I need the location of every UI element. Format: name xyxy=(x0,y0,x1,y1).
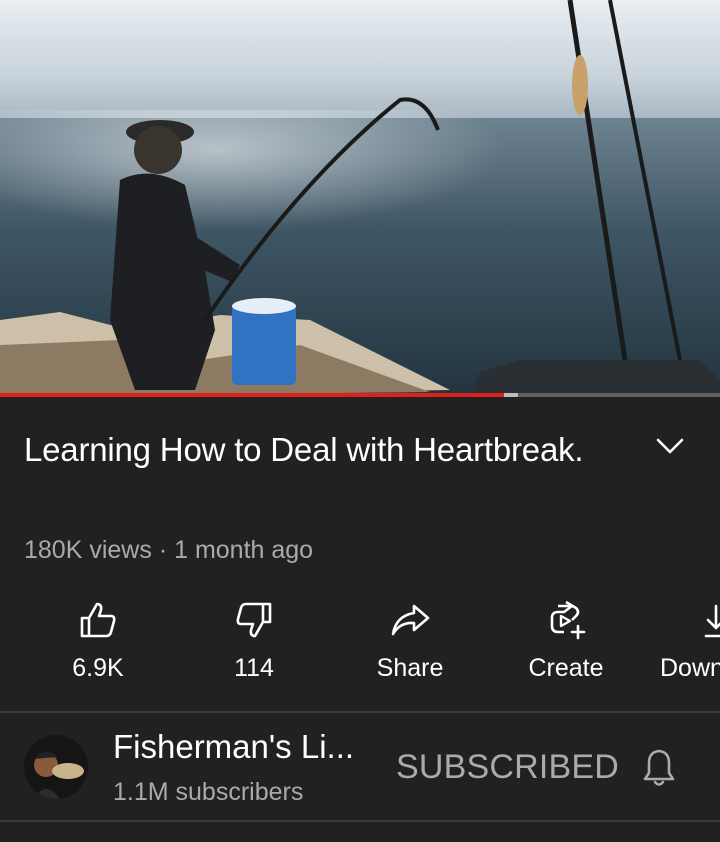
meta-separator: · xyxy=(158,536,168,564)
create-icon xyxy=(550,600,586,640)
upload-age: 1 month ago xyxy=(174,536,314,564)
thumbs-up-icon xyxy=(80,602,116,638)
divider-bottom xyxy=(0,820,720,822)
notification-bell-button[interactable] xyxy=(638,746,680,788)
channel-avatar[interactable] xyxy=(24,735,88,799)
video-player[interactable] xyxy=(0,0,720,397)
action-bar: 6.9K 114 Share Create Down xyxy=(0,592,720,702)
subscribed-button[interactable]: SUBSCRIBED xyxy=(396,748,619,787)
download-label: Down xyxy=(660,654,720,682)
progress-played xyxy=(0,393,504,397)
create-label: Create xyxy=(528,654,604,682)
subscriber-count: 1.1M subscribers xyxy=(113,778,304,806)
video-title[interactable]: Learning How to Deal with Heartbreak. xyxy=(24,424,584,476)
expand-description-button[interactable] xyxy=(652,428,688,464)
channel-name[interactable]: Fisherman's Li... xyxy=(113,728,381,766)
bell-icon xyxy=(643,749,675,786)
like-count: 6.9K xyxy=(72,654,124,682)
progress-bar[interactable] xyxy=(0,393,720,397)
download-button[interactable]: Down xyxy=(644,592,720,702)
view-count: 180K views xyxy=(24,536,152,564)
thumbs-down-icon xyxy=(236,602,272,638)
avatar-image xyxy=(24,735,88,799)
share-button[interactable]: Share xyxy=(332,592,488,702)
video-watch-page: Learning How to Deal with Heartbreak. 18… xyxy=(0,0,720,842)
dislike-button[interactable]: 114 xyxy=(176,592,332,702)
video-frame xyxy=(0,0,720,397)
download-icon xyxy=(704,604,720,638)
share-label: Share xyxy=(376,654,444,682)
share-icon xyxy=(391,604,430,636)
dislike-count: 114 xyxy=(234,654,274,682)
create-button[interactable]: Create xyxy=(488,592,644,702)
divider-top xyxy=(0,711,720,713)
like-button[interactable]: 6.9K xyxy=(20,592,176,702)
chevron-down-icon xyxy=(656,438,684,454)
video-meta: 180K views · 1 month ago xyxy=(24,536,313,565)
